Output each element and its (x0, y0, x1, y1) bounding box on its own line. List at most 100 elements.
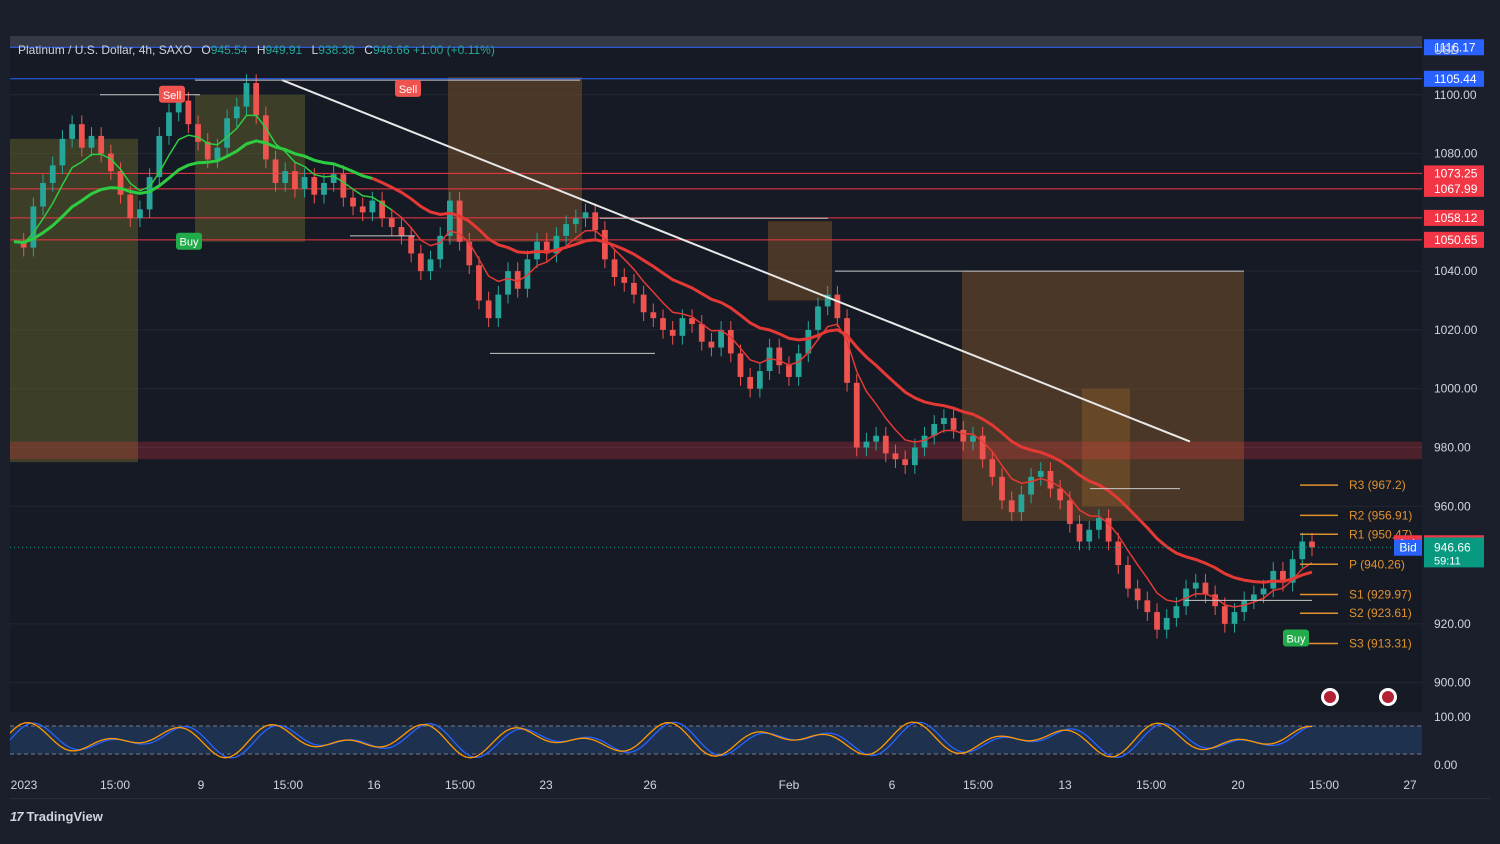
supply-zone-5 (195, 94, 305, 242)
candle-body (786, 365, 792, 377)
high-value: 949.91 (265, 43, 303, 57)
candle-body (727, 329, 734, 354)
x-tick-6: 23 (539, 778, 553, 792)
candle-body (495, 294, 502, 319)
signal-buy-text: Buy (1287, 634, 1306, 646)
candle-body (1066, 500, 1073, 524)
symbol-header: Platinum / U.S. Dollar, 4h, SAXO O945.54… (18, 43, 495, 57)
candle-body (350, 197, 356, 207)
candle-body (1154, 612, 1160, 630)
candle-body (1076, 523, 1083, 542)
x-tick-2: 9 (198, 778, 205, 792)
candle-body (1260, 588, 1267, 595)
currency-label: USD (1434, 43, 1460, 57)
low-value: 938.38 (318, 43, 355, 57)
candle-body (737, 353, 744, 377)
candle-body (1047, 470, 1054, 489)
candle-body (214, 147, 221, 160)
tradingview-logo-icon: 17 (10, 809, 24, 824)
candle-body (572, 218, 579, 225)
open-label: O (201, 43, 211, 57)
signal-sell-text: Sell (163, 90, 181, 102)
candle-body (117, 171, 124, 195)
y-tick-7: 920.00 (1434, 617, 1471, 631)
supply-zone-2 (768, 221, 832, 301)
candle-body (902, 459, 909, 466)
x-tick-0: 2023 (11, 778, 38, 792)
candle-body (882, 435, 889, 454)
candle-body (476, 265, 482, 301)
candle-body (359, 206, 366, 213)
support-band (10, 441, 1422, 460)
oscillator-band (10, 726, 1422, 754)
x-tick-10: 15:00 (963, 778, 993, 792)
candle-body (650, 312, 657, 319)
candle-body (1173, 606, 1180, 618)
candle-body (960, 429, 967, 442)
candle-body (243, 83, 250, 107)
candle-body (388, 218, 395, 228)
candle-body (282, 171, 289, 183)
candle-body (340, 174, 347, 198)
candle-body (1008, 500, 1015, 513)
change-value: +1.00 (+0.11%) (412, 43, 495, 57)
price-label-5: 1050.65 (1434, 233, 1478, 247)
candle-body (999, 476, 1005, 501)
candle-body (30, 206, 37, 248)
candle-body (1299, 541, 1306, 560)
pivot-label-4: S1 (929.97) (1349, 588, 1412, 602)
candle-body (98, 135, 105, 154)
price-chart[interactable]: R3 (967.2)R2 (956.91)R1 (950.47)P (940.2… (0, 0, 1500, 844)
candle-body (621, 277, 628, 283)
x-tick-12: 15:00 (1136, 778, 1166, 792)
candle-body (1096, 518, 1102, 530)
signal-buy-text: Buy (180, 237, 199, 249)
candle-body (505, 271, 511, 295)
candle-body (853, 382, 860, 448)
brand-text: TradingView (26, 809, 103, 824)
candle-body (834, 294, 841, 319)
candle-body (59, 138, 66, 166)
y-tick-5: 980.00 (1434, 440, 1471, 454)
pivot-label-5: S2 (923.61) (1349, 606, 1412, 620)
chart-frame: R3 (967.2) R2 (956.91) R1 (950.47) P (940.2… (0, 0, 1500, 844)
candle-body (1231, 612, 1238, 624)
candle-body (592, 212, 599, 230)
candle-body (795, 353, 802, 377)
candle-body (611, 259, 618, 278)
pivot-label-1: R2 (956.91) (1349, 508, 1412, 522)
candle-body (427, 259, 434, 272)
candle-body (844, 318, 850, 383)
candle-body (137, 209, 143, 219)
candle-body (321, 182, 327, 195)
tradingview-brand[interactable]: 17 TradingView (10, 809, 103, 824)
candle-body (369, 200, 376, 213)
candle-body (398, 227, 405, 236)
x-tick-7: 26 (643, 778, 657, 792)
candle-body (1115, 541, 1122, 566)
x-tick-5: 15:00 (445, 778, 475, 792)
candle-body (292, 171, 298, 189)
candle-body (1057, 488, 1064, 501)
close-label: C (364, 43, 373, 57)
price-axis (1422, 36, 1490, 764)
candle-body (640, 294, 647, 313)
bar-countdown: 59:11 (1434, 555, 1461, 567)
candle-body (253, 83, 260, 116)
candle-body (950, 418, 957, 430)
candle-body (679, 318, 686, 336)
candle-body (127, 194, 134, 219)
x-tick-1: 15:00 (100, 778, 130, 792)
candle-body (185, 100, 192, 125)
pivot-label-6: S3 (913.31) (1349, 636, 1412, 650)
close-value: 946.66 (372, 43, 410, 57)
candle-body (1250, 594, 1257, 601)
osc-tick-1: 0.00 (1434, 758, 1458, 772)
price-label-2: 1073.25 (1434, 166, 1478, 180)
y-tick-2: 1040.00 (1434, 264, 1478, 278)
candle-body (815, 306, 821, 330)
candle-body (408, 235, 415, 254)
candle-body (1037, 470, 1044, 477)
candle-body (708, 341, 715, 348)
y-tick-8: 900.00 (1434, 676, 1471, 690)
